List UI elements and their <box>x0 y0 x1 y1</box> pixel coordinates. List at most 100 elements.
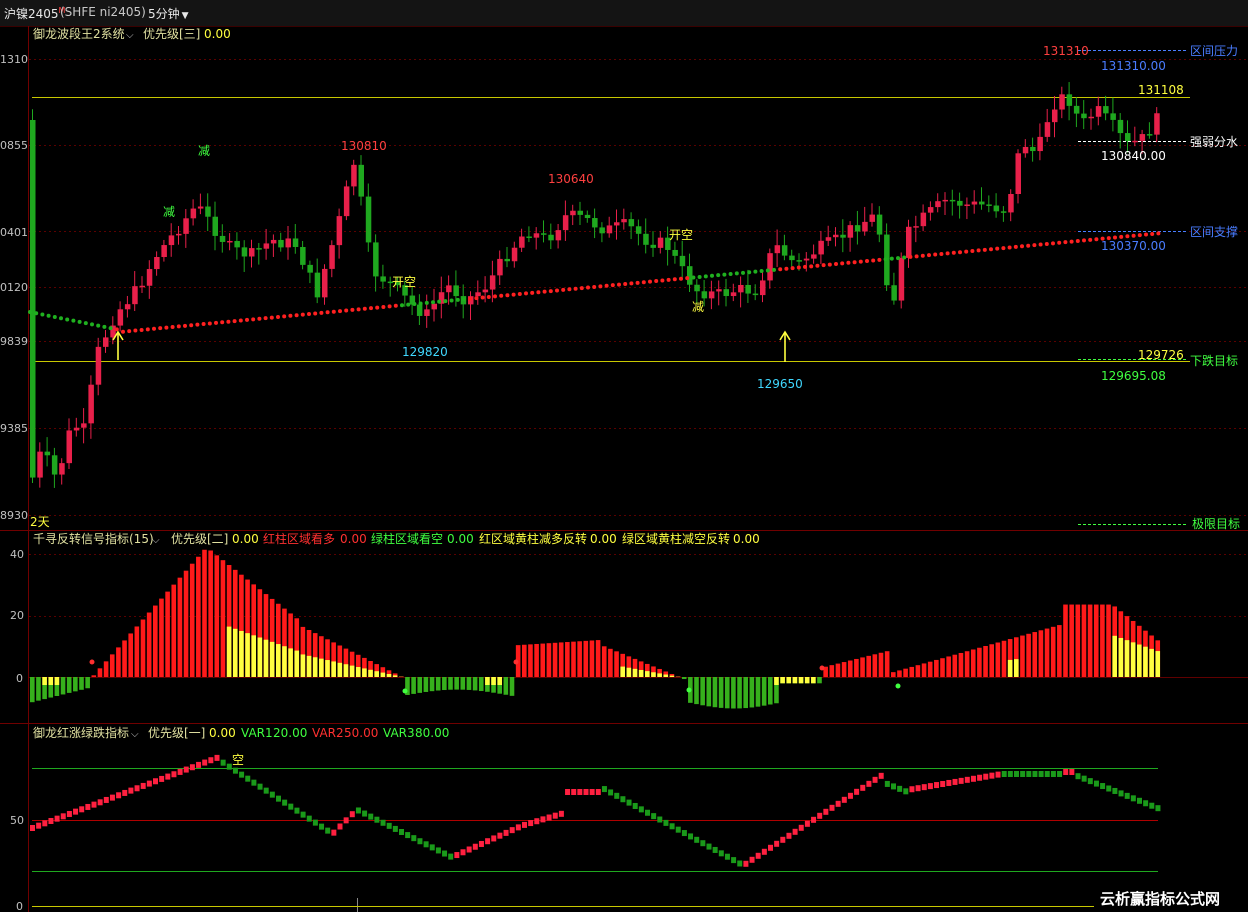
trend-block <box>232 767 238 774</box>
signal-dot <box>686 687 692 693</box>
candle-body <box>818 240 824 255</box>
period-dropdown[interactable]: 5分钟 ▼ <box>148 5 189 22</box>
trend-block <box>632 802 638 809</box>
hist-bar <box>1020 635 1025 677</box>
hist-bar <box>103 661 109 677</box>
signal-dot <box>895 683 901 689</box>
candle-body <box>1030 146 1036 152</box>
ma-dot <box>325 310 330 315</box>
hist-bar <box>97 668 103 677</box>
hist-bar <box>454 677 459 690</box>
candle-body <box>249 248 255 257</box>
candle-body <box>986 204 992 206</box>
chevron-down-icon[interactable]: ⌵ <box>152 535 160 546</box>
chevron-down-icon[interactable]: ⌵ <box>126 30 134 41</box>
hist-bar <box>983 645 988 677</box>
candle-body <box>475 292 481 297</box>
ma-dot <box>344 308 349 313</box>
ma-dot <box>989 247 993 252</box>
mid-priority-value: 0.00 <box>232 532 259 546</box>
trend-block <box>835 800 841 807</box>
trend-block <box>73 808 79 815</box>
trend-block <box>171 771 177 778</box>
ma-dot <box>393 303 398 308</box>
hist-bar <box>768 677 773 705</box>
hist-bar <box>632 668 638 677</box>
ma-dot <box>958 250 962 255</box>
trend-block <box>1081 775 1087 782</box>
ma-dot <box>34 311 39 316</box>
main-y-axis: 1310 0855 0401 0120 9839 9385 8930 <box>0 53 28 522</box>
trend-block <box>1075 773 1081 780</box>
candle-body <box>446 285 452 293</box>
hist-bar <box>257 637 263 677</box>
ma-dot <box>176 324 181 329</box>
hist-bar <box>85 677 90 689</box>
symbol-name[interactable]: 沪镍2405M <box>4 5 65 22</box>
ma-dot <box>307 312 311 317</box>
ma-dot <box>741 270 745 275</box>
ma-dot <box>362 306 367 311</box>
hist-bar <box>657 673 662 677</box>
mid-indicator-name[interactable]: 千寻反转信号指标(15) <box>33 531 154 546</box>
ma-dot <box>530 290 535 295</box>
hist-bar <box>503 677 509 695</box>
ma-dot <box>201 322 206 327</box>
ma-dot <box>493 294 497 299</box>
hist-bar <box>1075 604 1081 677</box>
ma-dot <box>1069 239 1074 244</box>
hist-bar <box>1038 630 1044 677</box>
hist-bar <box>700 677 705 706</box>
hist-bar <box>153 605 158 677</box>
ma-dot <box>480 295 485 300</box>
ma-dot <box>406 302 411 307</box>
ma-dot <box>300 312 305 317</box>
hist-bar <box>478 677 484 692</box>
trend-block <box>755 852 761 859</box>
candle-body <box>738 284 744 293</box>
trend-block <box>1155 805 1161 812</box>
reduce-label: 减 <box>198 144 210 158</box>
ma-dot <box>852 260 857 265</box>
legend-label: 绿区域黄柱减空反转 <box>622 531 730 546</box>
hist-bar <box>202 549 207 677</box>
hist-bar <box>577 641 582 677</box>
trend-block <box>79 806 85 813</box>
hist-bar <box>620 666 625 677</box>
trend-block <box>1063 769 1069 775</box>
trend-block <box>872 776 878 783</box>
signal-dot <box>402 688 408 694</box>
hist-bar <box>626 667 632 677</box>
trend-block <box>239 771 245 778</box>
hist-bar <box>288 648 293 677</box>
main-indicator-name[interactable]: 御龙波段王2系统 <box>33 26 125 41</box>
hist-bar <box>509 677 515 696</box>
ma-dot <box>722 272 727 277</box>
hist-bar <box>30 677 35 703</box>
candle-body <box>59 463 65 475</box>
bottom-indicator-name[interactable]: 御龙红涨绿跌指标 <box>33 725 129 740</box>
candle-body <box>628 219 635 227</box>
trend-block <box>817 812 823 819</box>
candle-body <box>745 284 751 294</box>
candle-body <box>803 258 810 261</box>
hist-bar <box>60 677 66 695</box>
candle-body <box>672 249 678 256</box>
chart-area[interactable]: 御龙波段王2系统 ⌵ 优先级[三] 0.00 1310 0855 0401 01… <box>0 26 1248 912</box>
reversal-signal-panel[interactable] <box>30 549 1161 709</box>
trend-block <box>891 783 896 790</box>
trend-block <box>534 818 540 825</box>
red-green-indicator-panel[interactable] <box>30 754 1161 907</box>
chevron-down-icon[interactable]: ⌵ <box>131 729 139 740</box>
hist-bar <box>817 677 822 684</box>
ma-dot <box>127 329 132 334</box>
trend-block <box>1044 771 1050 777</box>
trend-block <box>768 844 773 851</box>
hist-bar <box>171 584 177 677</box>
ma-dot <box>964 249 969 254</box>
level-name: 下跌目标 <box>1190 353 1238 368</box>
hist-bar <box>737 677 742 709</box>
trend-block <box>608 789 614 796</box>
hist-bar <box>73 677 78 692</box>
ma-dot <box>914 254 919 259</box>
